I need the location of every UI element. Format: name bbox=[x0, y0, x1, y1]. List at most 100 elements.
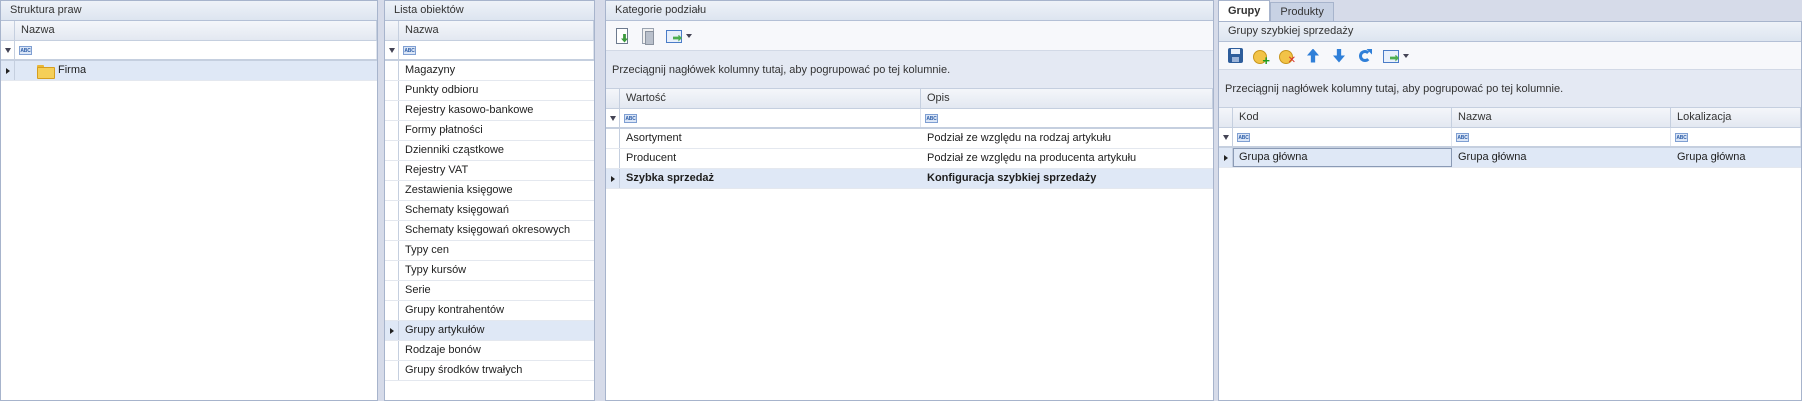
cell-opis[interactable]: Konfiguracja szybkiej sprzedaży bbox=[921, 169, 1213, 188]
column-header-wartosc[interactable]: Wartość bbox=[620, 89, 921, 108]
row-indicator bbox=[385, 301, 399, 320]
list-item[interactable]: Grupy kontrahentów bbox=[385, 301, 594, 321]
filter-row: ABC bbox=[385, 41, 594, 61]
arrow-down-icon bbox=[1333, 49, 1345, 63]
filter-cell-nazwa[interactable]: ABC bbox=[1452, 128, 1671, 146]
list-item[interactable]: Dzienniki cząstkowe bbox=[385, 141, 594, 161]
table-row-selected[interactable]: Szybka sprzedaż Konfiguracja szybkiej sp… bbox=[606, 169, 1213, 189]
list-item[interactable]: Typy cen bbox=[385, 241, 594, 261]
row-indicator bbox=[385, 201, 399, 220]
row-indicator bbox=[385, 61, 399, 80]
row-indicator-icon bbox=[1219, 148, 1233, 167]
cell-wartosc[interactable]: Szybka sprzedaż bbox=[620, 169, 921, 188]
row-indicator bbox=[385, 101, 399, 120]
list-item[interactable]: Schematy księgowań okresowych bbox=[385, 221, 594, 241]
chevron-down-icon bbox=[686, 33, 692, 38]
table-row-selected[interactable]: Grupa główna Grupa główna Grupa główna bbox=[1219, 148, 1801, 168]
list-item-label: Grupy kontrahentów bbox=[405, 304, 505, 316]
grupy-panel: Grupy szybkiej sprzedaży Przeciągnij nag… bbox=[1218, 21, 1802, 401]
list-item[interactable]: Rejestry VAT bbox=[385, 161, 594, 181]
list-item[interactable]: Grupy środków trwałych bbox=[385, 361, 594, 381]
table-row[interactable]: Producent Podział ze względu na producen… bbox=[606, 149, 1213, 169]
panel-title: Kategorie podziału bbox=[606, 1, 1213, 21]
cell-opis[interactable]: Podział ze względu na producenta artykuł… bbox=[921, 149, 1213, 168]
list-item[interactable]: Typy kursów bbox=[385, 261, 594, 281]
filter-cell-wartosc[interactable]: ABC bbox=[620, 109, 921, 127]
cell-lokalizacja[interactable]: Grupa główna bbox=[1671, 148, 1801, 167]
list-item[interactable]: Serie bbox=[385, 281, 594, 301]
filter-cell-opis[interactable]: ABC bbox=[921, 109, 1213, 127]
list-item-label: Rejestry VAT bbox=[405, 164, 469, 176]
add-group-icon bbox=[1253, 48, 1270, 67]
list-item[interactable]: Formy płatności bbox=[385, 121, 594, 141]
grid-header: Kod Nazwa Lokalizacja bbox=[1219, 108, 1801, 128]
panel-title: Grupy szybkiej sprzedaży bbox=[1219, 22, 1801, 42]
table-row[interactable]: Asortyment Podział ze względu na rodzaj … bbox=[606, 129, 1213, 149]
list-item-label: Punkty odbioru bbox=[405, 84, 479, 96]
list-item-label: Typy kursów bbox=[405, 264, 467, 276]
group-by-panel[interactable]: Przeciągnij nagłówek kolumny tutaj, aby … bbox=[1219, 70, 1801, 108]
abc-filter-icon: ABC bbox=[1675, 132, 1688, 142]
filter-cell-kod[interactable]: ABC bbox=[1233, 128, 1452, 146]
column-header-kod[interactable]: Kod bbox=[1233, 108, 1452, 127]
list-item[interactable]: Punkty odbioru bbox=[385, 81, 594, 101]
filter-icon[interactable] bbox=[385, 41, 399, 59]
list-item[interactable]: Grupy artykułów bbox=[385, 321, 594, 341]
row-indicator bbox=[385, 81, 399, 100]
copy-button[interactable] bbox=[638, 26, 658, 46]
row-indicator bbox=[385, 341, 399, 360]
list-item[interactable]: Rodzaje bonów bbox=[385, 341, 594, 361]
row-indicator bbox=[385, 121, 399, 140]
panel-title: Lista obiektów bbox=[385, 1, 594, 21]
list-item[interactable]: Schematy księgowań bbox=[385, 201, 594, 221]
column-header-lokalizacja[interactable]: Lokalizacja bbox=[1671, 108, 1801, 127]
toolbar bbox=[1219, 42, 1801, 70]
tree-row-firma[interactable]: Firma bbox=[1, 61, 377, 81]
cell-nazwa[interactable]: Grupa główna bbox=[1452, 148, 1671, 167]
column-header-nazwa[interactable]: Nazwa bbox=[15, 21, 377, 40]
filter-cell-lokalizacja[interactable]: ABC bbox=[1671, 128, 1801, 146]
list-item[interactable]: Rejestry kasowo-bankowe bbox=[385, 101, 594, 121]
list-item-label: Formy płatności bbox=[405, 124, 483, 136]
filter-icon[interactable] bbox=[1219, 128, 1233, 146]
column-header-opis[interactable]: Opis bbox=[921, 89, 1213, 108]
export-button[interactable] bbox=[1381, 46, 1401, 66]
filter-icon[interactable] bbox=[606, 109, 620, 127]
indicator-header bbox=[385, 21, 399, 40]
save-button[interactable] bbox=[1225, 46, 1245, 66]
import-button[interactable] bbox=[612, 26, 632, 46]
cell-opis[interactable]: Podział ze względu na rodzaj artykułu bbox=[921, 129, 1213, 148]
filter-icon[interactable] bbox=[1, 41, 15, 59]
abc-filter-icon: ABC bbox=[19, 45, 32, 55]
list-item-label: Grupy środków trwałych bbox=[405, 364, 523, 376]
indicator-header bbox=[1, 21, 15, 40]
row-indicator-icon bbox=[385, 321, 399, 340]
group-by-panel[interactable]: Przeciągnij nagłówek kolumny tutaj, aby … bbox=[606, 51, 1213, 89]
remove-group-button[interactable] bbox=[1277, 46, 1297, 66]
tab-grupy[interactable]: Grupy bbox=[1218, 0, 1271, 21]
export-dropdown[interactable] bbox=[1403, 53, 1409, 58]
tree-node[interactable]: Firma bbox=[15, 61, 86, 80]
tab-produkty[interactable]: Produkty bbox=[1270, 2, 1334, 21]
filter-cell-nazwa[interactable]: ABC bbox=[399, 41, 594, 59]
add-group-button[interactable] bbox=[1251, 46, 1271, 67]
column-header-nazwa[interactable]: Nazwa bbox=[1452, 108, 1671, 127]
column-header-nazwa[interactable]: Nazwa bbox=[399, 21, 594, 40]
struktura-praw-panel: Struktura praw Nazwa ABC Firma bbox=[0, 0, 378, 401]
move-down-button[interactable] bbox=[1329, 46, 1349, 66]
row-indicator bbox=[606, 149, 620, 168]
list-item[interactable]: Zestawienia księgowe bbox=[385, 181, 594, 201]
cell-kod[interactable]: Grupa główna bbox=[1233, 148, 1452, 167]
cell-wartosc[interactable]: Producent bbox=[620, 149, 921, 168]
object-list: Magazyny Punkty odbioru Rejestry kasowo-ba… bbox=[385, 61, 594, 381]
cell-wartosc[interactable]: Asortyment bbox=[620, 129, 921, 148]
abc-filter-icon: ABC bbox=[1456, 132, 1469, 142]
list-item[interactable]: Magazyny bbox=[385, 61, 594, 81]
refresh-button[interactable] bbox=[1355, 46, 1375, 66]
export-button[interactable] bbox=[664, 26, 684, 46]
export-dropdown[interactable] bbox=[686, 33, 692, 38]
filter-cell-nazwa[interactable]: ABC bbox=[15, 41, 377, 59]
kategorie-podzialu-panel: Kategorie podziału Przeciągnij nagłówek … bbox=[605, 0, 1214, 401]
move-up-button[interactable] bbox=[1303, 46, 1323, 66]
filter-row: ABC ABC ABC bbox=[1219, 128, 1801, 148]
